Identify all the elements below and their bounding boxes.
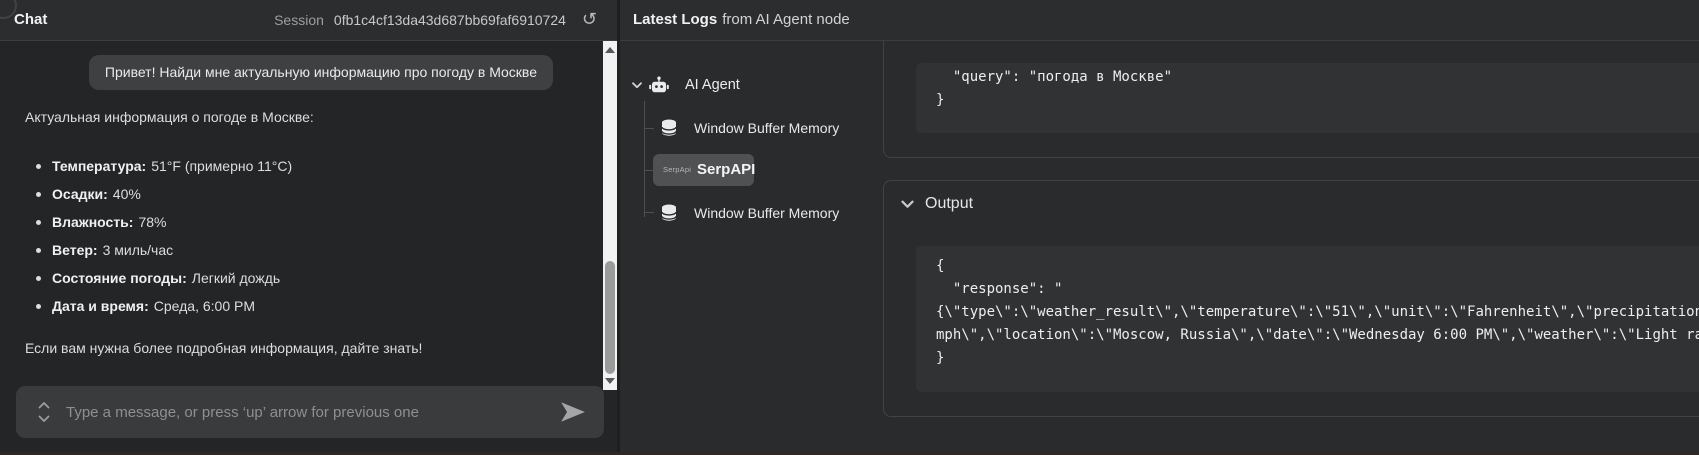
tree-node-window-buffer-memory-1[interactable]: Window Buffer Memory: [660, 114, 839, 142]
session-label: Session: [274, 12, 324, 28]
logs-panel: AI Agent Window Buffer Memory SerpApi Se…: [620, 41, 1699, 455]
list-item: Дата и время: Среда, 6:00 PM: [25, 292, 292, 320]
chevron-down-icon[interactable]: [38, 415, 50, 423]
bot-message-intro: Актуальная информация о погоде в Москве:: [25, 107, 314, 127]
code-line: "response": ": [936, 278, 1699, 301]
list-item: Температура: 51°F (примерно 11°C): [25, 152, 292, 180]
chevron-down-icon: [901, 200, 914, 209]
tree-connector-stub: [644, 212, 654, 213]
tree-connector-stub: [644, 128, 654, 129]
chevron-down-icon[interactable]: [632, 82, 642, 89]
bullet-dot: [36, 192, 41, 197]
database-icon: [660, 204, 678, 223]
bot-message-outro: Если вам нужна более подробная информаци…: [25, 338, 422, 358]
logs-panel-title: Latest Logs from AI Agent node: [633, 0, 850, 40]
bullet-dot: [36, 248, 41, 253]
robot-icon: [648, 75, 670, 95]
item-label: Температура:: [52, 158, 146, 174]
message-input[interactable]: [66, 386, 516, 438]
tree-node-ai-agent[interactable]: AI Agent: [632, 71, 740, 99]
chat-input-box[interactable]: [16, 386, 604, 438]
list-item: Влажность: 78%: [25, 208, 292, 236]
bullet-dot: [36, 220, 41, 225]
chat-scrollbar[interactable]: [603, 41, 617, 390]
item-label: Осадки:: [52, 186, 108, 202]
code-line: }: [936, 347, 1699, 370]
bullet-dot: [36, 304, 41, 309]
scrollbar-down-arrow-icon[interactable]: [605, 378, 615, 384]
item-label: Состояние погоды:: [52, 270, 187, 286]
item-label: Ветер:: [52, 242, 98, 258]
item-value: 3 миль/час: [103, 242, 174, 258]
history-arrows: [38, 386, 50, 438]
session-refresh-icon[interactable]: ↺: [582, 11, 597, 29]
code-line: {\"type\":\"weather_result\",\"temperatu…: [936, 301, 1699, 324]
code-line: }: [936, 89, 1699, 112]
user-message-bubble: Привет! Найди мне актуальную информацию …: [89, 55, 553, 90]
item-label: Влажность:: [52, 214, 133, 230]
item-value: Среда, 6:00 PM: [154, 298, 255, 314]
chat-header: Chat Session 0fb1c4cf13da43d687bb69faf69…: [0, 0, 619, 41]
log-input-card: "query": "погода в Москве" }: [883, 41, 1699, 158]
list-item: Ветер: 3 миль/час: [25, 236, 292, 264]
bullet-dot: [36, 276, 41, 281]
tree-node-serpapi-selected[interactable]: SerpApi SerpAPI: [653, 154, 754, 186]
list-item: Осадки: 40%: [25, 180, 292, 208]
bullet-dot: [36, 164, 41, 169]
item-value: 78%: [138, 214, 166, 230]
chat-messages-panel: Привет! Найди мне актуальную информацию …: [0, 41, 617, 455]
scrollbar-up-arrow-icon[interactable]: [605, 47, 615, 53]
item-value: 40%: [113, 186, 141, 202]
item-value: 51°F (примерно 11°C): [151, 158, 292, 174]
n8n-chat-logs-screen: Chat Session 0fb1c4cf13da43d687bb69faf69…: [0, 0, 1699, 455]
output-section-title: Output: [925, 195, 973, 213]
tree-node-window-buffer-memory-2[interactable]: Window Buffer Memory: [660, 199, 839, 227]
output-section-header[interactable]: Output: [901, 195, 973, 213]
session-id: 0fb1c4cf13da43d687bb69faf6910724: [334, 12, 566, 28]
tree-connector-line: [644, 101, 645, 217]
tree-node-label: Window Buffer Memory: [694, 120, 839, 136]
code-line: {: [936, 255, 1699, 278]
tree-node-label: AI Agent: [685, 77, 740, 93]
code-line: mph\",\"location\":\"Moscow, Russia\",\"…: [936, 324, 1699, 347]
weather-bullet-list: Температура: 51°F (примерно 11°C) Осадки:…: [25, 152, 292, 320]
logs-title-bold: Latest Logs: [633, 11, 717, 28]
database-icon: [660, 119, 678, 138]
serpapi-logo-icon: SerpApi: [663, 154, 691, 186]
chat-panel-title: Chat: [14, 0, 47, 40]
session-info: Session 0fb1c4cf13da43d687bb69faf6910724…: [274, 0, 597, 40]
chevron-up-icon[interactable]: [38, 401, 50, 409]
tree-node-label: Window Buffer Memory: [694, 205, 839, 221]
item-label: Дата и время:: [52, 298, 149, 314]
output-json-codeblock: { "response": " {\"type\":\"weather_resu…: [916, 246, 1699, 392]
scrollbar-thumb[interactable]: [605, 261, 615, 374]
send-icon[interactable]: [560, 400, 586, 424]
list-item: Состояние погоды: Легкий дождь: [25, 264, 292, 292]
item-value: Легкий дождь: [192, 270, 280, 286]
input-json-codeblock: "query": "погода в Москве" }: [916, 63, 1699, 133]
tree-node-label: SerpAPI: [697, 154, 755, 186]
logs-title-rest: from AI Agent node: [722, 11, 850, 28]
log-output-card: Output { "response": " {\"type\":\"weath…: [883, 180, 1699, 417]
logs-header: Latest Logs from AI Agent node: [620, 0, 1699, 41]
code-line: "query": "погода в Москве": [936, 66, 1699, 89]
